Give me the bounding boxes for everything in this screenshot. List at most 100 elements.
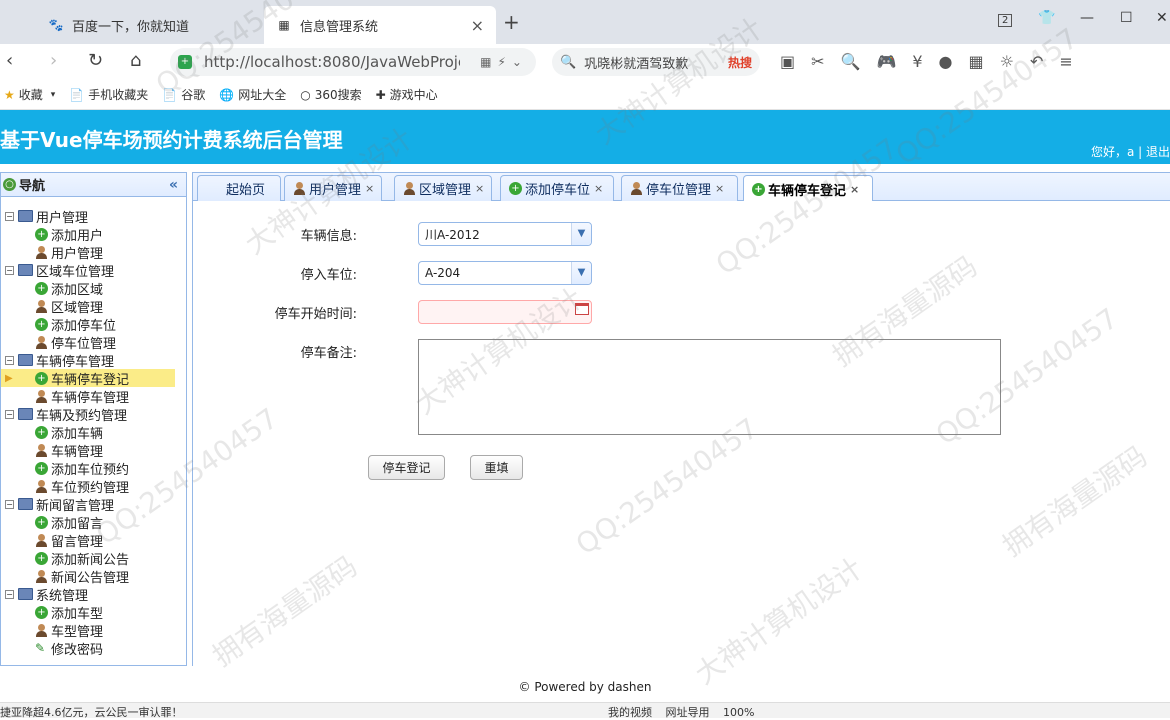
slot-select[interactable]: A-204 ▼ xyxy=(418,261,592,285)
bookmark-mobile[interactable]: 📄 手机收藏夹 xyxy=(69,86,148,103)
close-icon[interactable]: × xyxy=(365,182,374,195)
close-window-icon[interactable]: ✕ xyxy=(1156,10,1168,26)
browser-nav-bar: ‹ › ↻ ⌂ + http://localhost:8080/JavaWebP… xyxy=(0,44,1170,80)
computer-icon xyxy=(18,408,33,420)
add-icon: + xyxy=(35,371,48,385)
welcome-logout[interactable]: 您好，a | 退出 xyxy=(1091,143,1170,160)
close-tab-icon[interactable]: × xyxy=(471,16,484,35)
forward-icon[interactable]: › xyxy=(50,50,57,71)
bookmark-hao[interactable]: 🌐 网址大全 xyxy=(219,86,286,103)
tab-parking-register[interactable]: + 车辆停车登记 × xyxy=(743,175,873,202)
start-time-label: 停车开始时间: xyxy=(274,307,357,322)
url-text[interactable]: http://localhost:8080/JavaWebProje xyxy=(204,53,460,71)
vehicle-label: 车辆信息: xyxy=(300,229,357,244)
tab-user-manage[interactable]: 用户管理 × xyxy=(284,175,382,201)
tree-item-reservation-manage[interactable]: 车位预约管理 xyxy=(1,477,186,496)
tree-item-add-vehicle[interactable]: + 添加车辆 xyxy=(1,423,186,442)
start-time-input[interactable] xyxy=(418,300,592,324)
tree-group-parking[interactable]: − 车辆停车管理 xyxy=(1,351,186,370)
tree-item-add-cartype[interactable]: + 添加车型 xyxy=(1,603,186,622)
tree-item-cartype-manage[interactable]: 车型管理 xyxy=(1,621,186,640)
add-icon: + xyxy=(35,227,48,241)
tree-item-user-manage[interactable]: 用户管理 xyxy=(1,243,186,262)
close-icon[interactable]: × xyxy=(850,183,859,196)
add-icon: + xyxy=(509,182,522,195)
tree-item-add-area[interactable]: + 添加区域 xyxy=(1,279,186,298)
tree-item-area-manage[interactable]: 区域管理 xyxy=(1,297,186,316)
tree-item-news-manage[interactable]: 新闻公告管理 xyxy=(1,567,186,586)
tree-group-news[interactable]: − 新闻留言管理 xyxy=(1,495,186,514)
reset-button[interactable]: 重填 xyxy=(470,455,523,480)
collapse-node-icon[interactable]: − xyxy=(5,211,14,221)
browser-tab-label: 百度一下，你就知道 xyxy=(72,19,190,35)
tab-home[interactable]: 起始页 xyxy=(197,175,281,201)
vehicle-select[interactable]: 川A-2012 ▼ xyxy=(418,222,592,246)
address-bar[interactable]: + http://localhost:8080/JavaWebProje ▦⚡⌄ xyxy=(170,48,536,76)
tab-count-badge[interactable]: 2 xyxy=(998,14,1013,27)
collapse-node-icon[interactable]: − xyxy=(5,589,14,599)
collapse-node-icon[interactable]: − xyxy=(5,265,14,275)
tree-item-vehicle-manage[interactable]: 车辆管理 xyxy=(1,441,186,460)
bookmark-google[interactable]: 📄 谷歌 xyxy=(162,86,205,103)
shirt-icon[interactable]: 👕 xyxy=(1038,10,1055,26)
bookmark-360[interactable]: ○ 360搜索 xyxy=(300,86,361,103)
tree-group-system[interactable]: − 系统管理 xyxy=(1,585,186,604)
sidebar: ○ 导航 « − 用户管理 + 添加用户 用户管理 − 区域车位管理 + 添加区域 区域… xyxy=(0,172,187,666)
minimize-icon[interactable]: — xyxy=(1080,10,1094,26)
tab-add-slot[interactable]: + 添加停车位 × xyxy=(500,175,614,201)
tree-item-slot-manage[interactable]: 停车位管理 xyxy=(1,333,186,352)
search-box[interactable]: 🔍 巩晓彬就酒驾致歉 热搜 xyxy=(552,48,760,76)
user-icon xyxy=(630,182,643,195)
secure-icon: + xyxy=(178,55,192,69)
close-icon[interactable]: × xyxy=(594,182,603,195)
baidu-icon: 🐾 xyxy=(48,18,64,32)
user-icon xyxy=(35,245,48,259)
bookmarks-bar: ★ 收藏 ▾ 📄 手机收藏夹 📄 谷歌 🌐 网址大全 ○ 360搜索 ✚ 游戏中心 xyxy=(0,80,1170,110)
tree-item-add-reservation[interactable]: + 添加车位预约 xyxy=(1,459,186,478)
search-360-icon: ○ xyxy=(300,87,311,102)
tab-area-manage[interactable]: 区域管理 × xyxy=(394,175,492,201)
url-action-icons[interactable]: ▦⚡⌄ xyxy=(480,55,528,69)
calendar-icon[interactable] xyxy=(575,303,589,315)
tree-item-change-password[interactable]: ✎ 修改密码 xyxy=(1,639,186,658)
browser-tab-system[interactable]: ▦ 信息管理系统 × xyxy=(264,6,496,44)
slot-label: 停入车位: xyxy=(300,268,357,283)
close-icon[interactable]: × xyxy=(475,182,484,195)
tree-item-parking-manage[interactable]: 车辆停车管理 xyxy=(1,387,186,406)
chevron-down-icon[interactable]: ▼ xyxy=(571,262,591,284)
tree-item-message-manage[interactable]: 留言管理 xyxy=(1,531,186,550)
maximize-icon[interactable]: ☐ xyxy=(1120,10,1133,26)
new-tab-icon[interactable]: + xyxy=(503,10,520,34)
tree-group-vehicle[interactable]: − 车辆及预约管理 xyxy=(1,405,186,424)
search-text[interactable]: 巩晓彬就酒驾致歉 xyxy=(584,53,688,72)
game-icon: ✚ xyxy=(375,87,386,102)
collapse-node-icon[interactable]: − xyxy=(5,409,14,419)
tree-item-add-news[interactable]: + 添加新闻公告 xyxy=(1,549,186,568)
chevron-down-icon[interactable]: ▼ xyxy=(571,223,591,245)
tree-group-area[interactable]: − 区域车位管理 xyxy=(1,261,186,280)
collapse-node-icon[interactable]: − xyxy=(5,355,14,365)
tree-item-parking-register[interactable]: ▶ + 车辆停车登记 xyxy=(1,369,175,388)
home-icon[interactable]: ⌂ xyxy=(130,50,141,71)
note-textarea[interactable] xyxy=(418,339,1001,435)
collapse-icon[interactable]: « xyxy=(169,177,178,193)
browser-tab-baidu[interactable]: 🐾 百度一下，你就知道 xyxy=(36,6,262,44)
collapse-node-icon[interactable]: − xyxy=(5,499,14,509)
reload-icon[interactable]: ↻ xyxy=(88,50,103,71)
toolbar-icons[interactable]: ▣✂🔍🎮¥●▦☼↶≡ xyxy=(780,52,1089,71)
register-button[interactable]: 停车登记 xyxy=(368,455,445,480)
tree-item-add-user[interactable]: + 添加用户 xyxy=(1,225,186,244)
app-header: 基于Vue停车场预约计费系统后台管理 您好，a | 退出 xyxy=(0,110,1170,164)
close-icon[interactable]: × xyxy=(715,182,724,195)
main-panel: 起始页 用户管理 × 区域管理 × + 添加停车位 × 停车位管理 × + 车辆停车登记 × … xyxy=(192,172,1170,667)
slot-select-value: A-204 xyxy=(425,266,461,280)
back-icon[interactable]: ‹ xyxy=(6,50,13,71)
user-icon xyxy=(35,299,48,313)
bookmark-games[interactable]: ✚ 游戏中心 xyxy=(376,86,438,103)
tree-group-users[interactable]: − 用户管理 xyxy=(1,207,186,226)
note-label: 停车备注: xyxy=(300,346,357,361)
tab-slot-manage[interactable]: 停车位管理 × xyxy=(621,175,738,201)
tree-item-add-slot[interactable]: + 添加停车位 xyxy=(1,315,186,334)
tree-item-add-message[interactable]: + 添加留言 xyxy=(1,513,186,532)
bookmark-favorites[interactable]: ★ 收藏 ▾ xyxy=(4,86,55,103)
